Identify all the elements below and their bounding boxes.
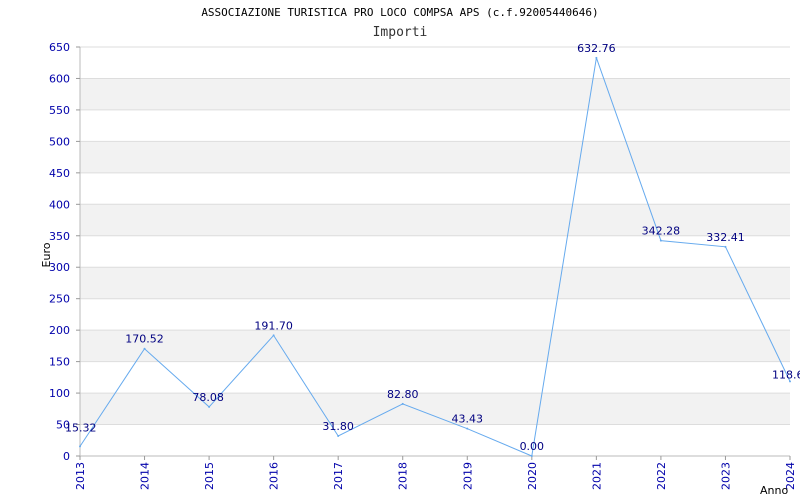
data-label: 0.00 <box>520 440 545 453</box>
band <box>80 78 790 110</box>
data-point <box>466 427 469 430</box>
y-tick-label: 500 <box>49 135 70 148</box>
data-label: 15.32 <box>65 421 97 434</box>
x-tick-label: 2019 <box>461 462 474 490</box>
chart: ASSOCIAZIONE TURISTICA PRO LOCO COMPSA A… <box>0 0 800 500</box>
band <box>80 393 790 425</box>
band <box>80 141 790 173</box>
x-axis-label: Anno <box>760 484 788 497</box>
x-tick-label: 2020 <box>526 462 539 490</box>
data-label: 191.70 <box>254 319 293 332</box>
band <box>80 267 790 299</box>
x-tick-label: 2015 <box>203 462 216 490</box>
data-label: 632.76 <box>577 42 616 55</box>
data-point <box>143 347 146 350</box>
data-label: 332.41 <box>706 231 745 244</box>
band <box>80 330 790 362</box>
data-label: 82.80 <box>387 388 419 401</box>
data-point <box>337 434 340 437</box>
data-label: 43.43 <box>452 413 484 426</box>
y-axis-label: Euro <box>40 242 53 267</box>
y-tick-label: 250 <box>49 293 70 306</box>
y-tick-label: 200 <box>49 324 70 337</box>
y-tick-label: 650 <box>49 41 70 54</box>
x-tick-label: 2018 <box>397 462 410 490</box>
data-point <box>595 56 598 59</box>
data-point <box>401 402 404 405</box>
data-point <box>724 245 727 248</box>
y-tick-label: 350 <box>49 230 70 243</box>
data-point <box>79 445 81 448</box>
y-tick-label: 550 <box>49 104 70 117</box>
x-tick-label: 2022 <box>655 462 668 490</box>
band <box>80 204 790 236</box>
x-tick-label: 2021 <box>590 462 603 490</box>
y-tick-label: 100 <box>49 387 70 400</box>
x-tick-label: 2014 <box>139 462 152 490</box>
data-label: 170.52 <box>125 333 164 346</box>
plot-area: 050100150200250300350400450500550600650 … <box>40 41 800 497</box>
y-tick-label: 150 <box>49 356 70 369</box>
y-tick-label: 600 <box>49 72 70 85</box>
x-tick-label: 2013 <box>74 462 87 490</box>
background-bands <box>80 78 790 425</box>
data-label: 118.60 <box>772 368 800 381</box>
y-tick-label: 0 <box>63 450 70 463</box>
data-point <box>659 239 662 242</box>
data-point <box>530 455 533 457</box>
data-point <box>272 334 275 337</box>
data-point <box>208 405 211 408</box>
x-tick-label: 2016 <box>268 462 281 490</box>
data-label: 342.28 <box>642 225 681 238</box>
data-label: 31.80 <box>322 420 354 433</box>
y-tick-label: 450 <box>49 167 70 180</box>
y-tick-label: 400 <box>49 198 70 211</box>
x-tick-label: 2023 <box>719 462 732 490</box>
x-tick-label: 2017 <box>332 462 345 490</box>
x-tick-labels: 2013 2014 2015 2016 2017 2018 2019 2020 2021 2022… <box>74 462 797 490</box>
data-label: 78.08 <box>192 391 224 404</box>
